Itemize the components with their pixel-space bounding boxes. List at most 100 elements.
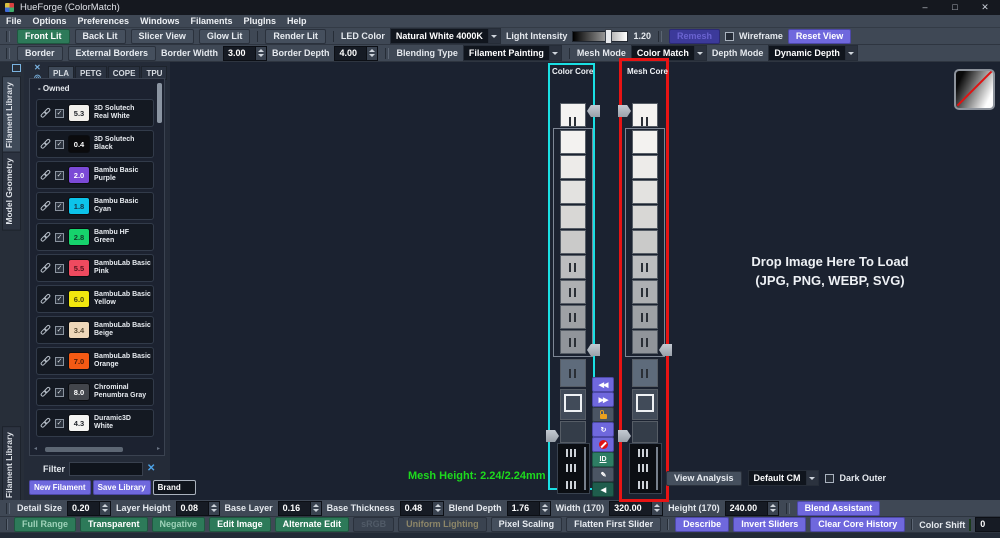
toolbar-grip[interactable] — [6, 31, 10, 42]
full-range-toggle[interactable]: Full Range — [14, 517, 76, 532]
menu-windows[interactable]: Windows — [140, 16, 179, 26]
filament-row[interactable]: ✓7.0BambuLab BasicOrange — [36, 347, 154, 375]
filament-checkbox[interactable]: ✓ — [55, 419, 64, 428]
light-intensity-slider[interactable] — [572, 31, 628, 42]
filament-checkbox[interactable]: ✓ — [55, 171, 64, 180]
border-width-input[interactable]: 3.00 — [223, 46, 267, 61]
filament-checkbox[interactable]: ✓ — [55, 140, 64, 149]
spinner-arrows[interactable] — [539, 502, 550, 515]
invert-sliders-button[interactable]: Invert Sliders — [733, 517, 806, 532]
dock-tab-filament-library[interactable]: Filament Library — [2, 76, 21, 154]
filament-checkbox[interactable]: ✓ — [55, 295, 64, 304]
toolbar-grip[interactable] — [667, 519, 669, 530]
led-color-dropdown[interactable]: Natural White 4000K — [390, 28, 501, 44]
horizontal-scrollbar[interactable]: ◂ ▸ — [34, 446, 160, 452]
clear-filter-icon[interactable]: ✕ — [147, 464, 155, 474]
minimize-button[interactable]: – — [910, 0, 940, 15]
pixel-scaling-button[interactable]: Pixel Scaling — [491, 517, 563, 532]
maximize-button[interactable]: □ — [940, 0, 970, 15]
brand-dropdown[interactable]: Brand — [153, 480, 196, 495]
owned-group-header[interactable]: - Owned — [38, 84, 70, 93]
mesh-mode-dropdown[interactable]: Color Match — [631, 45, 707, 61]
new-filament-button[interactable]: New Filament — [29, 480, 91, 495]
srgb-toggle[interactable]: sRGB — [353, 517, 394, 532]
toolbar-grip[interactable] — [786, 503, 790, 514]
toolbar-grip[interactable] — [6, 519, 8, 530]
filter-input[interactable] — [69, 462, 143, 476]
spinner-arrows[interactable] — [767, 502, 778, 515]
mesh-core-top-handle-tag[interactable] — [618, 105, 631, 117]
dark-outer-checkbox[interactable] — [825, 474, 834, 483]
mesh-core-slider-handle-icon[interactable] — [638, 464, 648, 472]
filament-row[interactable]: ✓0.43D SolutechBlack — [36, 130, 154, 158]
scroll-left-icon[interactable]: ◂ — [34, 446, 37, 452]
mesh-core-slider-handle-icon[interactable] — [641, 313, 649, 322]
link-icon[interactable] — [38, 322, 54, 338]
save-library-button[interactable]: Save Library — [93, 480, 151, 495]
link-icon[interactable] — [38, 260, 54, 276]
mesh-core-track-segment[interactable] — [632, 230, 658, 254]
mesh-core-lower-handle-tag[interactable] — [618, 430, 631, 442]
menu-options[interactable]: Options — [33, 16, 67, 26]
skip-end-button[interactable]: ▶▶ — [592, 392, 614, 407]
filament-row[interactable]: ✓4.3Duramic3DWhite — [36, 409, 154, 437]
color-core-slider-handle-icon[interactable] — [569, 117, 577, 126]
toolbar-grip[interactable] — [385, 48, 389, 59]
glow-lit-button[interactable]: Glow Lit — [199, 29, 251, 44]
toolbar-grip[interactable] — [911, 519, 913, 530]
color-core-slider-handle-icon[interactable] — [566, 481, 576, 489]
mesh-core-track-segment[interactable] — [632, 130, 658, 154]
slider-handle[interactable] — [605, 29, 612, 44]
filament-checkbox[interactable]: ✓ — [55, 202, 64, 211]
front-lit-button[interactable]: Front Lit — [17, 29, 70, 44]
negative-toggle[interactable]: Negative — [152, 517, 206, 532]
color-core-lower-handle-tag[interactable] — [546, 430, 559, 442]
mesh-core-dark-segment[interactable] — [632, 421, 658, 443]
filament-row[interactable]: ✓3.4BambuLab BasicBeige — [36, 316, 154, 344]
remesh-button[interactable]: Remesh — [669, 29, 720, 44]
alternate-edit-button[interactable]: Alternate Edit — [275, 517, 350, 532]
view-analysis-button[interactable]: View Analysis — [666, 471, 742, 486]
filament-checkbox[interactable]: ✓ — [55, 357, 64, 366]
mesh-core-slider-handle-icon[interactable] — [638, 481, 648, 489]
color-core-slider-handle-icon[interactable] — [566, 464, 576, 472]
mesh-core-slider-handle-icon[interactable] — [641, 288, 649, 297]
color-core-track-segment[interactable] — [560, 130, 586, 154]
filament-row[interactable]: ✓2.0Bambu BasicPurple — [36, 161, 154, 189]
color-core-slider-handle-icon[interactable] — [569, 369, 577, 378]
back-lit-button[interactable]: Back Lit — [75, 29, 126, 44]
gradient-preview-icon[interactable] — [954, 69, 995, 110]
link-icon[interactable] — [38, 198, 54, 214]
menu-filaments[interactable]: Filaments — [190, 16, 232, 26]
refresh-button[interactable]: ↻ — [592, 422, 614, 437]
color-core-current-swatch-outline[interactable] — [564, 394, 582, 412]
base-thickness-input[interactable]: 0.48 — [400, 501, 444, 516]
colormap-dropdown[interactable]: Default CM — [748, 470, 819, 486]
spinner-arrows[interactable] — [310, 502, 321, 515]
transparent-toggle[interactable]: Transparent — [80, 517, 148, 532]
width-input[interactable]: 320.00 — [609, 501, 663, 516]
flatten-first-slider-button[interactable]: Flatten First Slider — [566, 517, 661, 532]
blend-depth-input[interactable]: 1.76 — [507, 501, 551, 516]
detail-size-input[interactable]: 0.20 — [67, 501, 111, 516]
wireframe-checkbox[interactable] — [725, 32, 734, 41]
mesh-core-slider-handle-icon[interactable] — [641, 369, 649, 378]
toolbar-grip[interactable] — [658, 31, 662, 42]
menu-file[interactable]: File — [6, 16, 22, 26]
filament-row[interactable]: ✓5.33D SolutechReal White — [36, 99, 154, 127]
describe-button[interactable]: Describe — [675, 517, 729, 532]
link-icon[interactable] — [38, 384, 54, 400]
reset-view-button[interactable]: Reset View — [788, 29, 851, 44]
filament-checkbox[interactable]: ✓ — [55, 326, 64, 335]
color-core-slider-handle-icon[interactable] — [569, 338, 577, 347]
uniform-lighting-toggle[interactable]: Uniform Lighting — [398, 517, 486, 532]
color-core-dark-segment[interactable] — [560, 421, 586, 443]
spinner-arrows[interactable] — [255, 47, 266, 60]
blending-type-dropdown[interactable]: Filament Painting — [463, 45, 562, 61]
mesh-core-track-segment[interactable] — [632, 180, 658, 204]
base-layer-input[interactable]: 0.16 — [278, 501, 322, 516]
border-depth-input[interactable]: 4.00 — [334, 46, 378, 61]
color-core-slider-handle-icon[interactable] — [569, 288, 577, 297]
block-button[interactable] — [592, 437, 614, 452]
id-button[interactable]: ID — [592, 452, 614, 467]
